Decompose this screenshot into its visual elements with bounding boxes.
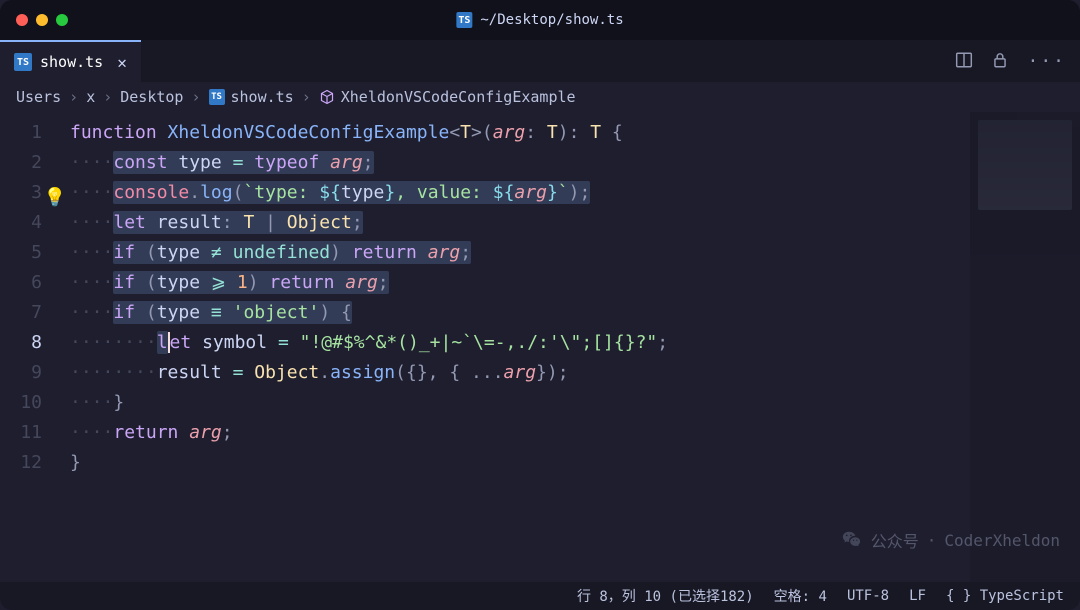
code-line: ····if (type ≡ 'object') { <box>70 298 970 328</box>
breadcrumb-file[interactable]: TS show.ts <box>209 88 294 106</box>
chevron-right-icon: › <box>302 88 311 106</box>
code-line: } <box>70 448 970 478</box>
code-line: ····if (type ⩾ 1) return arg; <box>70 268 970 298</box>
breadcrumb-segment[interactable]: Users <box>16 88 61 106</box>
split-editor-icon[interactable] <box>955 51 973 72</box>
minimize-window-button[interactable] <box>36 14 48 26</box>
line-number[interactable]: 10 <box>0 388 70 418</box>
language-mode[interactable]: { } TypeScript <box>946 588 1064 604</box>
encoding-status[interactable]: UTF-8 <box>847 588 889 604</box>
typescript-file-icon: TS <box>209 89 225 105</box>
status-bar: 行 8，列 10 (已选择182) 空格: 4 UTF-8 LF { } Typ… <box>0 582 1080 610</box>
line-number[interactable]: 3💡 <box>0 178 70 208</box>
watermark-name: CoderXheldon <box>944 531 1060 550</box>
line-number[interactable]: 9 <box>0 358 70 388</box>
code-line: ····if (type ≠ undefined) return arg; <box>70 238 970 268</box>
indentation-status[interactable]: 空格: 4 <box>774 586 827 606</box>
breadcrumb-symbol[interactable]: XheldonVSCodeConfigExample <box>319 88 576 106</box>
close-tab-icon[interactable]: ✕ <box>117 53 127 72</box>
watermark-sep: · <box>927 531 937 550</box>
close-window-button[interactable] <box>16 14 28 26</box>
breadcrumb-segment[interactable]: Desktop <box>120 88 183 106</box>
code-line: ····return arg; <box>70 418 970 448</box>
lock-icon[interactable] <box>991 51 1009 72</box>
code-line: function XheldonVSCodeConfigExample<T>(a… <box>70 118 970 148</box>
breadcrumb[interactable]: Users › x › Desktop › TS show.ts › Xheld… <box>0 82 1080 112</box>
code-line: ····console.log(`type: ${type}, value: $… <box>70 178 970 208</box>
typescript-file-icon: TS <box>14 53 32 71</box>
chevron-right-icon: › <box>191 88 200 106</box>
line-number[interactable]: 1 <box>0 118 70 148</box>
vscode-window: TS ~/Desktop/show.ts TS show.ts ✕ ··· Us… <box>0 0 1080 610</box>
title-path: ~/Desktop/show.ts <box>480 12 623 28</box>
tabs-container: TS show.ts ✕ <box>0 40 141 82</box>
code-line: ····const type = typeof arg; <box>70 148 970 178</box>
breadcrumb-segment[interactable]: x <box>86 88 95 106</box>
code-line-current: ········let symbol = "!@#$%^&*()_+|~`\=-… <box>70 328 970 358</box>
line-number[interactable]: 12 <box>0 448 70 478</box>
tab-bar: TS show.ts ✕ ··· <box>0 40 1080 82</box>
code-content[interactable]: function XheldonVSCodeConfigExample<T>(a… <box>70 112 970 582</box>
code-line: ········result = Object.assign({}, { ...… <box>70 358 970 388</box>
more-icon[interactable]: ··· <box>1027 51 1066 72</box>
line-number[interactable]: 11 <box>0 418 70 448</box>
wechat-icon <box>841 529 863 551</box>
traffic-lights <box>16 14 68 26</box>
minimap[interactable] <box>970 112 1080 582</box>
minimap-viewport[interactable] <box>978 120 1072 210</box>
line-number[interactable]: 7 <box>0 298 70 328</box>
typescript-file-icon: TS <box>456 12 472 28</box>
titlebar[interactable]: TS ~/Desktop/show.ts <box>0 0 1080 40</box>
breadcrumb-symbol-name: XheldonVSCodeConfigExample <box>341 88 576 106</box>
line-number[interactable]: 4 <box>0 208 70 238</box>
tab-filename: show.ts <box>40 53 103 71</box>
code-line: ····let result: T | Object; <box>70 208 970 238</box>
watermark-label: 公众号 <box>871 528 919 552</box>
zoom-window-button[interactable] <box>56 14 68 26</box>
line-number[interactable]: 5 <box>0 238 70 268</box>
line-number[interactable]: 6 <box>0 268 70 298</box>
symbol-method-icon <box>319 89 335 105</box>
chevron-right-icon: › <box>69 88 78 106</box>
line-number[interactable]: 2 <box>0 148 70 178</box>
chevron-right-icon: › <box>103 88 112 106</box>
window-title: TS ~/Desktop/show.ts <box>456 12 623 28</box>
editor-region[interactable]: 1 2 3💡 4 5 6 7 8 9 10 11 12 function Xhe… <box>0 112 1080 582</box>
line-number-current[interactable]: 8 <box>0 328 70 358</box>
tab-show-ts[interactable]: TS show.ts ✕ <box>0 40 141 82</box>
code-line: ····} <box>70 388 970 418</box>
line-number-gutter[interactable]: 1 2 3💡 4 5 6 7 8 9 10 11 12 <box>0 112 70 582</box>
cursor-position[interactable]: 行 8，列 10 (已选择182) <box>577 586 754 606</box>
breadcrumb-filename: show.ts <box>231 88 294 106</box>
eol-status[interactable]: LF <box>909 588 926 604</box>
watermark: 公众号 · CoderXheldon <box>841 528 1060 552</box>
tab-actions: ··· <box>955 51 1066 72</box>
